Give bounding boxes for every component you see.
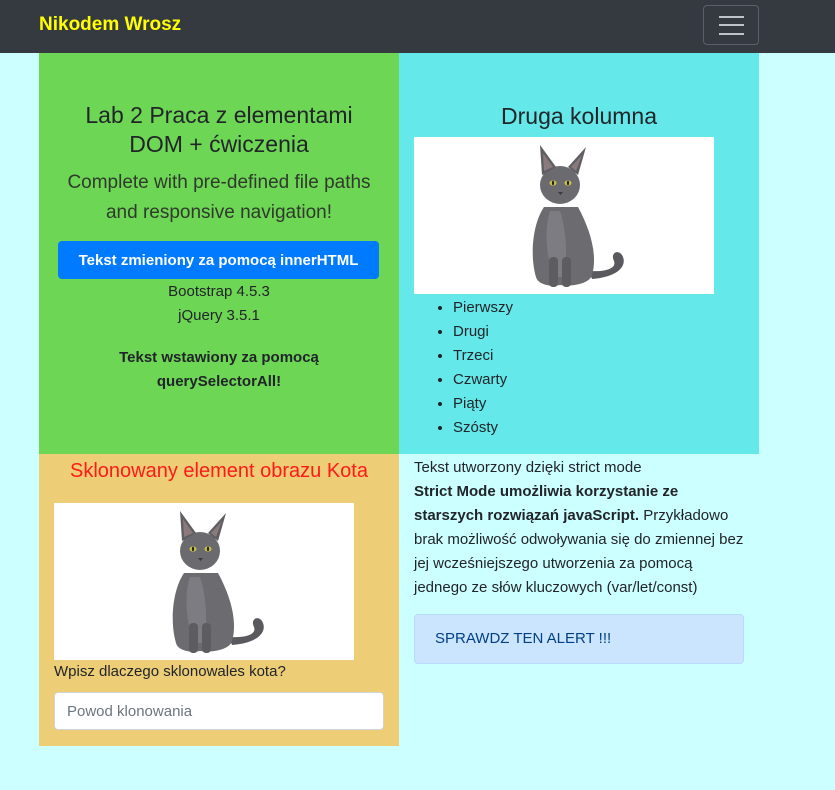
list-item: Czwarty: [453, 368, 513, 392]
inner-html-button[interactable]: Tekst zmieniony za pomocą innerHTML: [58, 241, 379, 279]
intro-panel: Lab 2 Praca z elementami DOM + ćwiczenia…: [39, 53, 399, 454]
navbar: Nikodem Wrosz: [0, 0, 835, 53]
hamburger-icon: [719, 16, 744, 18]
ordered-items-list: Pierwszy Drugi Trzeci Czwarty Piąty Szós…: [453, 296, 513, 440]
lab-title: Lab 2 Praca z elementami DOM + ćwiczenia: [85, 102, 353, 157]
check-alert[interactable]: SPRAWDZ TEN ALERT !!!: [414, 614, 744, 664]
navbar-brand[interactable]: Nikodem Wrosz: [39, 14, 181, 36]
cloned-cat-panel: Sklonowany element obrazu Kota Wpisz dla…: [39, 454, 399, 746]
jquery-version: jQuery 3.5.1: [178, 307, 260, 324]
lab-lead: Complete with pre-defined file paths and…: [67, 172, 371, 223]
query-selector-text: Tekst wstawiony za pomocą querySelectorA…: [119, 349, 319, 390]
strict-mode-text: Tekst utworzony dzięki strict mode Stric…: [414, 456, 749, 600]
strict-mode-heading: Tekst utworzony dzięki strict mode: [414, 459, 642, 476]
cat-image: [414, 137, 714, 294]
cloned-cat-image: [54, 503, 354, 660]
list-item: Piąty: [453, 392, 513, 416]
second-column-title: Druga kolumna: [501, 103, 657, 129]
list-item: Pierwszy: [453, 296, 513, 320]
second-column-panel: Druga kolumna Pierwszy Drugi Trzeci Czwa…: [399, 53, 759, 454]
bootstrap-version: Bootstrap 4.5.3: [168, 283, 270, 300]
list-item: Szósty: [453, 416, 513, 440]
clone-reason-label: Wpisz dlaczego sklonowales kota?: [54, 663, 286, 680]
strict-mode-section: Tekst utworzony dzięki strict mode Stric…: [399, 454, 759, 746]
list-item: Drugi: [453, 320, 513, 344]
clone-reason-input[interactable]: [54, 692, 384, 730]
navbar-toggler-button[interactable]: [703, 5, 759, 45]
cloned-cat-title: Sklonowany element obrazu Kota: [70, 460, 368, 482]
list-item: Trzeci: [453, 344, 513, 368]
